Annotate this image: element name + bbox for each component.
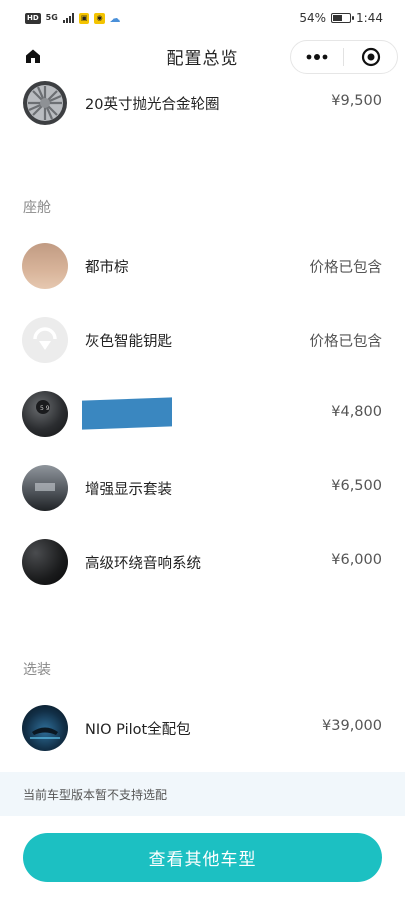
list-item: 高级环绕音响系统 ¥6,000 xyxy=(0,537,405,587)
item-label: 灰色智能钥匙 xyxy=(85,334,172,350)
hd-badge: HD xyxy=(25,12,41,24)
item-label: 增强显示套装 xyxy=(85,482,172,498)
status-left: HD 5G ▣ ◉ ☁ xyxy=(25,12,121,25)
item-price: 价格已包含 xyxy=(309,334,383,350)
item-price: ¥6,500 xyxy=(331,478,382,494)
list-item: 都市棕 价格已包含 xyxy=(0,241,405,291)
mini-program-capsule xyxy=(290,40,398,74)
nio-pilot-icon xyxy=(22,705,68,751)
clock: 1:44 xyxy=(356,11,383,25)
cloud-icon: ☁ xyxy=(109,11,121,25)
battery-percent: 54% xyxy=(299,11,327,25)
item-label: 20英寸抛光合金轮圈 xyxy=(85,97,220,113)
signal-icon xyxy=(62,13,74,23)
target-close-icon[interactable] xyxy=(344,41,397,73)
app-notification-icon: ▣ xyxy=(78,12,90,24)
list-item: 5 9 ¥4,800 xyxy=(0,389,405,439)
steering-controls-icon: 5 9 xyxy=(22,391,68,437)
section-title-optional: 选装 xyxy=(23,662,51,678)
item-price: 价格已包含 xyxy=(309,260,383,276)
nio-key-icon xyxy=(22,317,68,363)
item-label: 都市棕 xyxy=(85,260,129,276)
list-item: 灰色智能钥匙 价格已包含 xyxy=(0,315,405,365)
hud-display-icon xyxy=(22,465,68,511)
item-label: 高级环绕音响系统 xyxy=(85,556,201,572)
item-price: ¥39,000 xyxy=(322,718,382,734)
view-other-models-button[interactable]: 查看其他车型 xyxy=(23,833,382,882)
item-price: ¥4,800 xyxy=(331,404,382,420)
notice-banner: 当前车型版本暂不支持选配 xyxy=(0,772,405,816)
redacted-label xyxy=(82,397,172,430)
list-item: 增强显示套装 ¥6,500 xyxy=(0,463,405,513)
item-price: ¥6,000 xyxy=(331,552,382,568)
nav-bar: 配置总览 xyxy=(0,36,405,76)
section-title-cabin: 座舱 xyxy=(23,200,51,216)
car-app-icon: ◉ xyxy=(94,12,105,24)
list-item: NIO Pilot全配包 ¥39,000 xyxy=(0,703,405,753)
status-right: 54% 1:44 xyxy=(299,11,383,25)
list-item: 20英寸抛光合金轮圈 ¥9,500 xyxy=(0,78,405,128)
item-label: NIO Pilot全配包 xyxy=(85,722,191,738)
svg-text:5 9: 5 9 xyxy=(40,405,50,412)
status-bar: HD 5G ▣ ◉ ☁ 54% 1:44 xyxy=(0,0,405,36)
more-dots-icon[interactable] xyxy=(291,41,343,73)
color-swatch-icon xyxy=(22,243,68,289)
wheel-icon xyxy=(22,80,68,126)
speaker-icon xyxy=(22,539,68,585)
battery-icon xyxy=(331,13,355,23)
network-badge: 5G xyxy=(45,13,58,22)
item-price: ¥9,500 xyxy=(331,93,382,109)
